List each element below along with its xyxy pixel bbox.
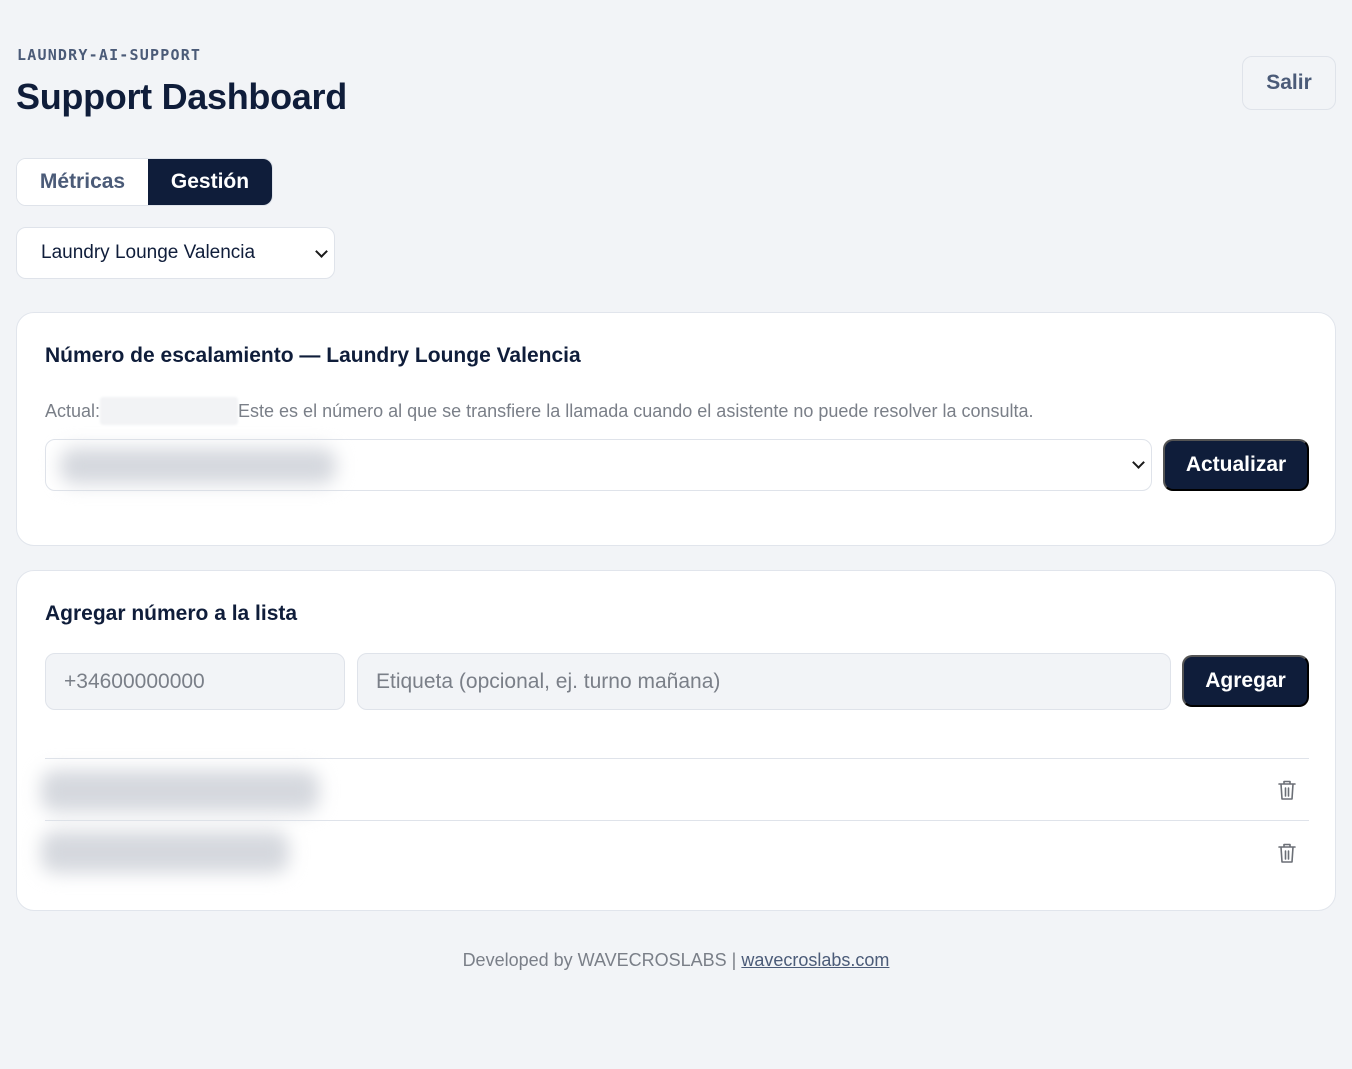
trash-icon[interactable] xyxy=(1277,842,1297,864)
current-number-redacted xyxy=(100,397,239,425)
tab-metricas[interactable]: Métricas xyxy=(17,159,148,205)
escalation-description: Este es el número al que se transfiere l… xyxy=(238,400,1034,421)
tab-gestion[interactable]: Gestión xyxy=(148,159,272,205)
tab-bar: Métricas Gestión xyxy=(16,158,273,206)
logout-button[interactable]: Salir xyxy=(1242,56,1336,110)
app-eyebrow: LAUNDRY-AI-SUPPORT xyxy=(17,46,202,64)
add-number-card-title: Agregar número a la lista xyxy=(45,602,298,625)
update-button[interactable]: Actualizar xyxy=(1163,439,1309,491)
add-button[interactable]: Agregar xyxy=(1182,655,1309,707)
number-redacted xyxy=(41,831,289,873)
page-title: Support Dashboard xyxy=(16,76,347,117)
list-item xyxy=(41,820,1309,883)
selected-number-redacted xyxy=(60,448,336,484)
footer: Developed by WAVECROSLABS | wavecroslabs… xyxy=(0,950,1352,971)
location-select[interactable]: Laundry Lounge Valencia xyxy=(16,227,335,279)
label-input[interactable] xyxy=(357,653,1171,710)
number-redacted xyxy=(41,770,319,812)
chevron-down-icon xyxy=(1132,456,1145,469)
trash-icon[interactable] xyxy=(1277,779,1297,801)
escalation-number-select[interactable] xyxy=(45,439,1152,491)
escalation-card-title: Número de escalamiento — Laundry Lounge … xyxy=(45,344,581,367)
footer-text: Developed by WAVECROSLABS | xyxy=(462,950,742,970)
footer-link[interactable]: wavecroslabs.com xyxy=(741,950,889,970)
location-select-value: Laundry Lounge Valencia xyxy=(41,242,256,263)
current-number-line: Actual: Este es el número al que se tran… xyxy=(45,397,1034,425)
phone-input[interactable] xyxy=(45,653,345,710)
current-label: Actual: xyxy=(45,400,101,421)
list-item xyxy=(41,758,1309,821)
escalation-card: Número de escalamiento — Laundry Lounge … xyxy=(16,312,1336,546)
chevron-down-icon xyxy=(315,245,328,258)
add-number-card: Agregar número a la lista Agregar xyxy=(16,570,1336,911)
